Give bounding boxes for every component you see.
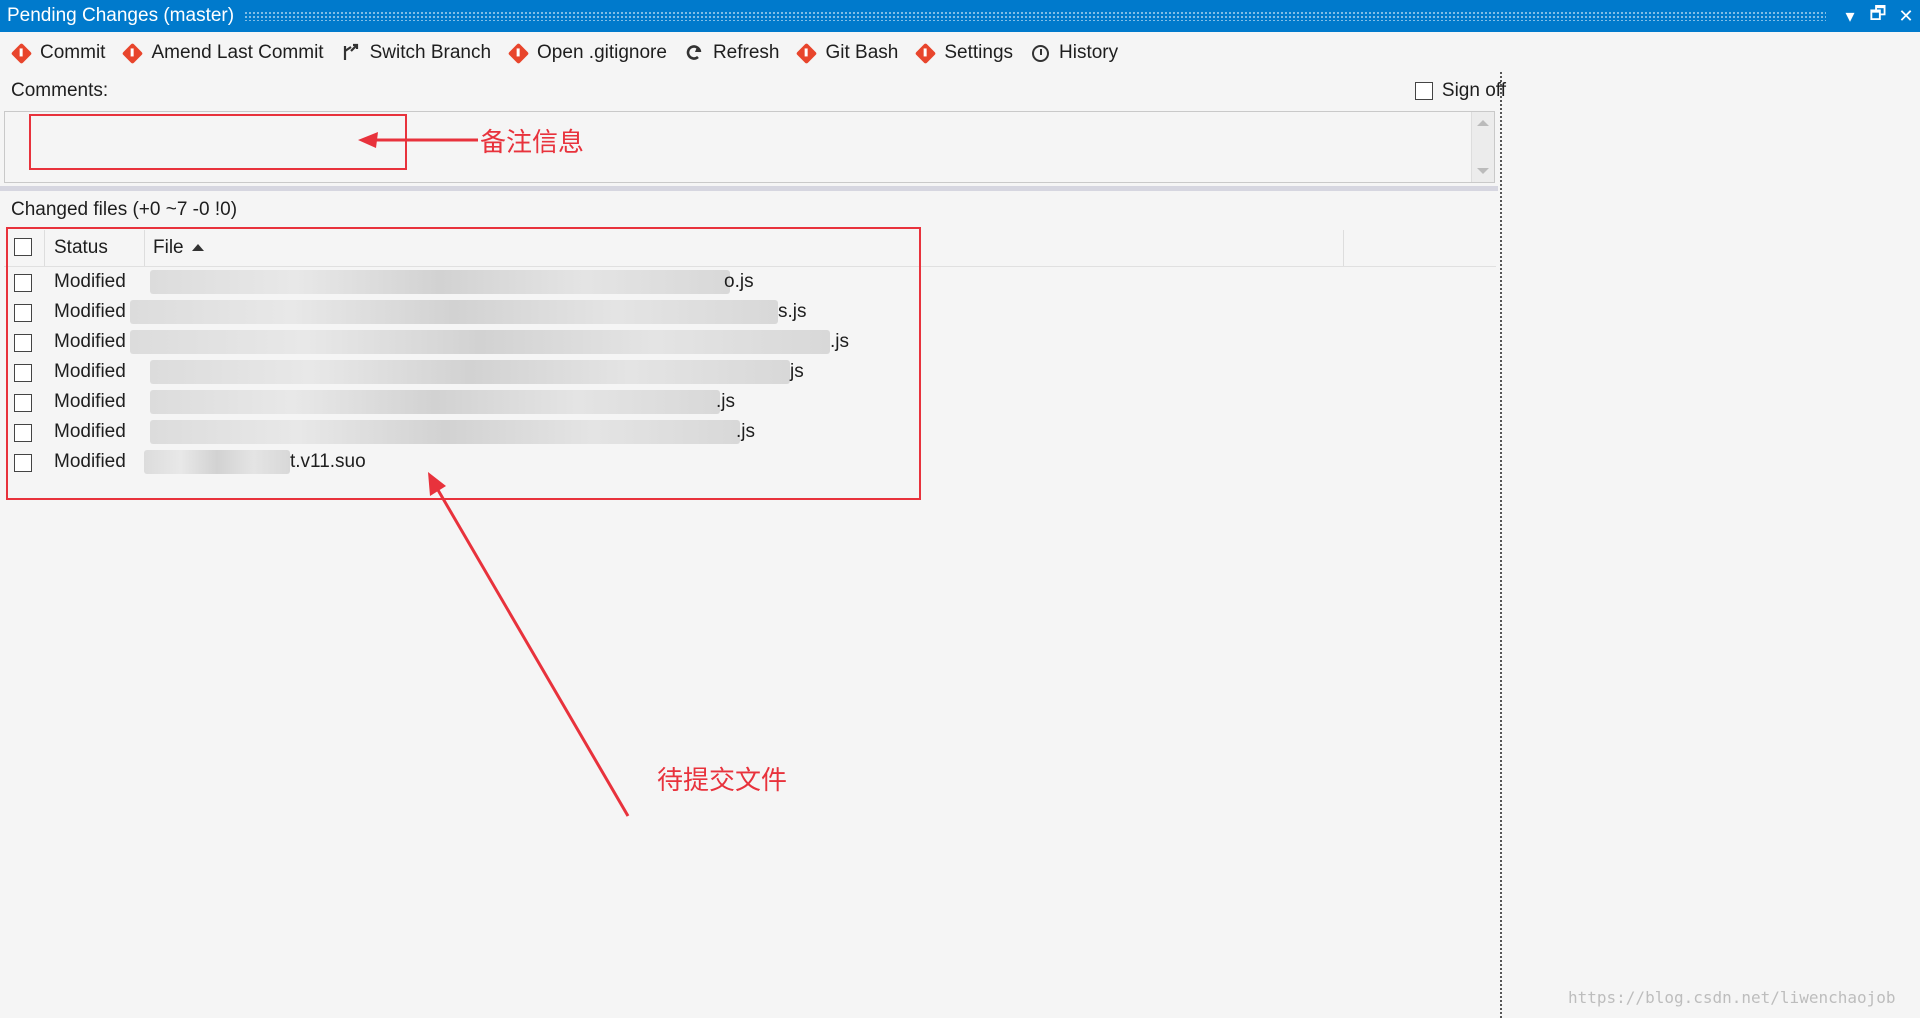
comment-annotation: 备注信息: [480, 128, 585, 158]
annotation-arrows: [358, 132, 630, 817]
files-arrow-head: [428, 472, 446, 496]
files-annotation: 待提交文件: [657, 766, 788, 796]
files-arrow-line: [436, 489, 630, 817]
watermark: https://blog.csdn.net/liwenchaojob: [1568, 988, 1896, 1007]
comment-arrow-head: [358, 132, 378, 148]
